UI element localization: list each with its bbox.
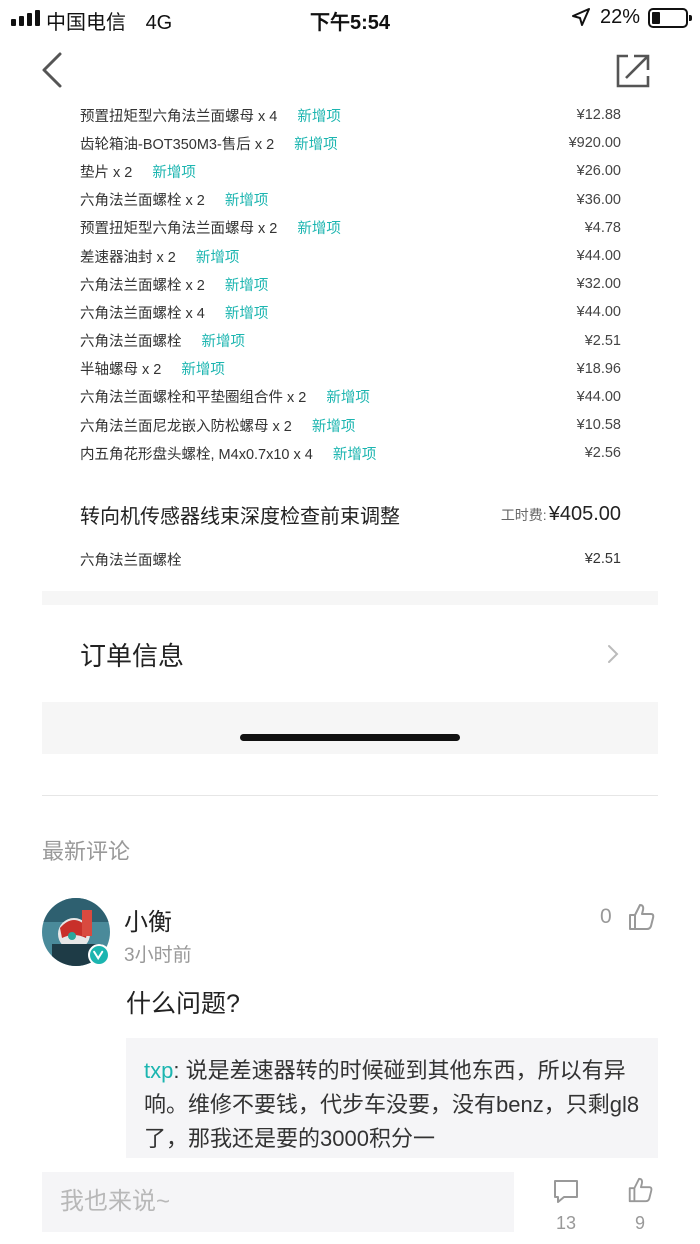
part-name: 六角法兰面螺栓 x 2: [80, 193, 205, 210]
part-name: 六角法兰面螺栓和平垫圈组合件 x 2: [80, 390, 307, 407]
bottom-bar: 13 9: [0, 1160, 700, 1244]
new-item-tag[interactable]: 新增项: [294, 133, 338, 154]
part-row: 六角法兰面螺栓 x 2 新增项 ¥36.00: [80, 186, 621, 214]
new-item-tag[interactable]: 新增项: [196, 246, 240, 267]
part-row: 六角法兰面螺栓 x 2 新增项 ¥32.00: [80, 270, 621, 298]
new-item-tag[interactable]: 新增项: [225, 302, 269, 323]
home-indicator: [240, 734, 460, 741]
section-separator: [42, 591, 658, 605]
new-item-tag[interactable]: 新增项: [225, 274, 269, 295]
part-row: 齿轮箱油-BOT350M3-售后 x 2 新增项 ¥920.00: [80, 129, 621, 157]
part-price: ¥18.96: [576, 360, 621, 377]
avatar[interactable]: [42, 898, 110, 966]
new-item-tag[interactable]: 新增项: [225, 189, 269, 210]
part-name: 六角法兰面尼龙嵌入防松螺母 x 2: [80, 418, 292, 435]
labor-fee-value: ¥405.00: [548, 503, 621, 525]
like-count: 9: [634, 1213, 645, 1233]
labor-fee-label: 工时费:: [500, 507, 547, 523]
part-price: ¥2.51: [584, 332, 621, 349]
status-bar: 中国电信 4G 下午5:54 22%: [0, 0, 700, 38]
part-row: 预置扭矩型六角法兰面螺母 x 4 新增项 ¥12.88: [80, 101, 621, 129]
comment-text: 什么问题?: [126, 990, 240, 1018]
part-name: 半轴螺母 x 2: [80, 362, 162, 379]
part-price: ¥4.78: [584, 219, 621, 236]
part-row: 差速器油封 x 2 新增项 ¥44.00: [80, 242, 621, 270]
part-row: 六角法兰面尼龙嵌入防松螺母 x 2 新增项 ¥10.58: [80, 411, 621, 439]
comment-user-name[interactable]: 小衡: [124, 902, 172, 937]
chevron-right-icon: [608, 645, 619, 663]
divider: [42, 795, 658, 796]
comment-like-count: 0: [600, 905, 612, 928]
part-price: ¥2.51: [584, 551, 621, 567]
order-info-row[interactable]: 订单信息: [42, 610, 658, 698]
new-item-tag[interactable]: 新增项: [297, 217, 341, 238]
battery-icon: [648, 8, 692, 28]
clock: 下午5:54: [309, 12, 391, 34]
latest-comments-title: 最新评论: [42, 839, 131, 864]
new-item-tag[interactable]: 新增项: [297, 105, 341, 126]
comment-input[interactable]: [42, 1172, 514, 1232]
part-price: ¥26.00: [576, 163, 621, 180]
part-price: ¥36.00: [576, 191, 621, 208]
new-item-tag[interactable]: 新增项: [326, 386, 370, 407]
part-name: 预置扭矩型六角法兰面螺母 x 2: [80, 221, 278, 238]
section-separator: [42, 702, 658, 754]
part-price: ¥12.88: [576, 107, 621, 124]
part-row: 垫片 x 2 新增项 ¥26.00: [80, 157, 621, 185]
part-row: 内五角花形盘头螺栓, M4x0.7x10 x 4 新增项 ¥2.56: [80, 439, 621, 467]
part-name: 内五角花形盘头螺栓, M4x0.7x10 x 4: [80, 446, 313, 463]
share-out-icon[interactable]: [612, 52, 652, 90]
part-name: 六角法兰面螺栓: [80, 552, 182, 569]
part-name: 齿轮箱油-BOT350M3-售后 x 2: [80, 136, 275, 153]
quote-author[interactable]: txp: [144, 1058, 173, 1083]
new-item-tag[interactable]: 新增项: [333, 443, 377, 464]
part-name: 垫片 x 2: [80, 164, 133, 181]
verified-badge-icon: [88, 944, 110, 966]
quote-text: 说是差速器转的时候碰到其他东西，所以有异响。维修不要钱，代步车没要，没有benz…: [144, 1058, 640, 1151]
parts-list: 预置扭矩型六角法兰面螺母 x 4 新增项 ¥12.88 齿轮箱油-BOT350M3…: [80, 101, 621, 467]
part-row: 预置扭矩型六角法兰面螺母 x 2 新增项 ¥4.78: [80, 214, 621, 242]
battery-percent: 22%: [600, 6, 641, 28]
service-title: 转向机传感器线束深度检查前束调整: [80, 506, 400, 528]
part-name: 差速器油封 x 2: [80, 249, 176, 266]
part-price: ¥44.00: [576, 304, 621, 321]
like-button[interactable]: 9: [622, 1176, 658, 1238]
part-price: ¥44.00: [576, 388, 621, 405]
part-name: 预置扭矩型六角法兰面螺母 x 4: [80, 108, 278, 125]
new-item-tag[interactable]: 新增项: [152, 161, 196, 182]
new-item-tag[interactable]: 新增项: [312, 415, 356, 436]
part-row: 六角法兰面螺栓 x 4 新增项 ¥44.00: [80, 298, 621, 326]
new-item-tag[interactable]: 新增项: [202, 330, 246, 351]
new-item-tag[interactable]: 新增项: [181, 358, 225, 379]
part-name: 六角法兰面螺栓: [80, 334, 182, 351]
part-name: 六角法兰面螺栓 x 4: [80, 305, 205, 322]
comment-time: 3小时前: [124, 945, 192, 966]
comment-count: 13: [555, 1213, 577, 1233]
location-arrow-icon: [572, 8, 590, 26]
service-header: 转向机传感器线束深度检查前束调整 工时费: ¥405.00: [80, 500, 621, 529]
part-row: 六角法兰面螺栓 新增项 ¥2.51: [80, 327, 621, 355]
order-info-label: 订单信息: [80, 640, 185, 671]
thumbs-up-icon[interactable]: [626, 902, 656, 932]
service-part-row: 六角法兰面螺栓 ¥2.51: [80, 545, 621, 573]
part-row: 六角法兰面螺栓和平垫圈组合件 x 2 新增项 ¥44.00: [80, 383, 621, 411]
comment-button[interactable]: 13: [548, 1178, 584, 1238]
comment-bubble-icon: [554, 1180, 578, 1203]
part-price: ¥2.56: [584, 445, 621, 462]
part-name: 六角法兰面螺栓 x 2: [80, 277, 205, 294]
chevron-left-icon[interactable]: [38, 50, 68, 90]
part-price: ¥44.00: [576, 248, 621, 265]
quote-separator: :: [173, 1058, 186, 1083]
part-row: 半轴螺母 x 2 新增项 ¥18.96: [80, 355, 621, 383]
part-price: ¥920.00: [568, 135, 621, 152]
part-price: ¥32.00: [576, 276, 621, 293]
thumbs-up-icon: [628, 1177, 653, 1203]
quoted-reply[interactable]: txp: 说是差速器转的时候碰到其他东西，所以有异响。维修不要钱，代步车没要，没…: [126, 1038, 658, 1158]
part-price: ¥10.58: [576, 417, 621, 434]
labor-fee: 工时费: ¥405.00: [501, 503, 621, 526]
